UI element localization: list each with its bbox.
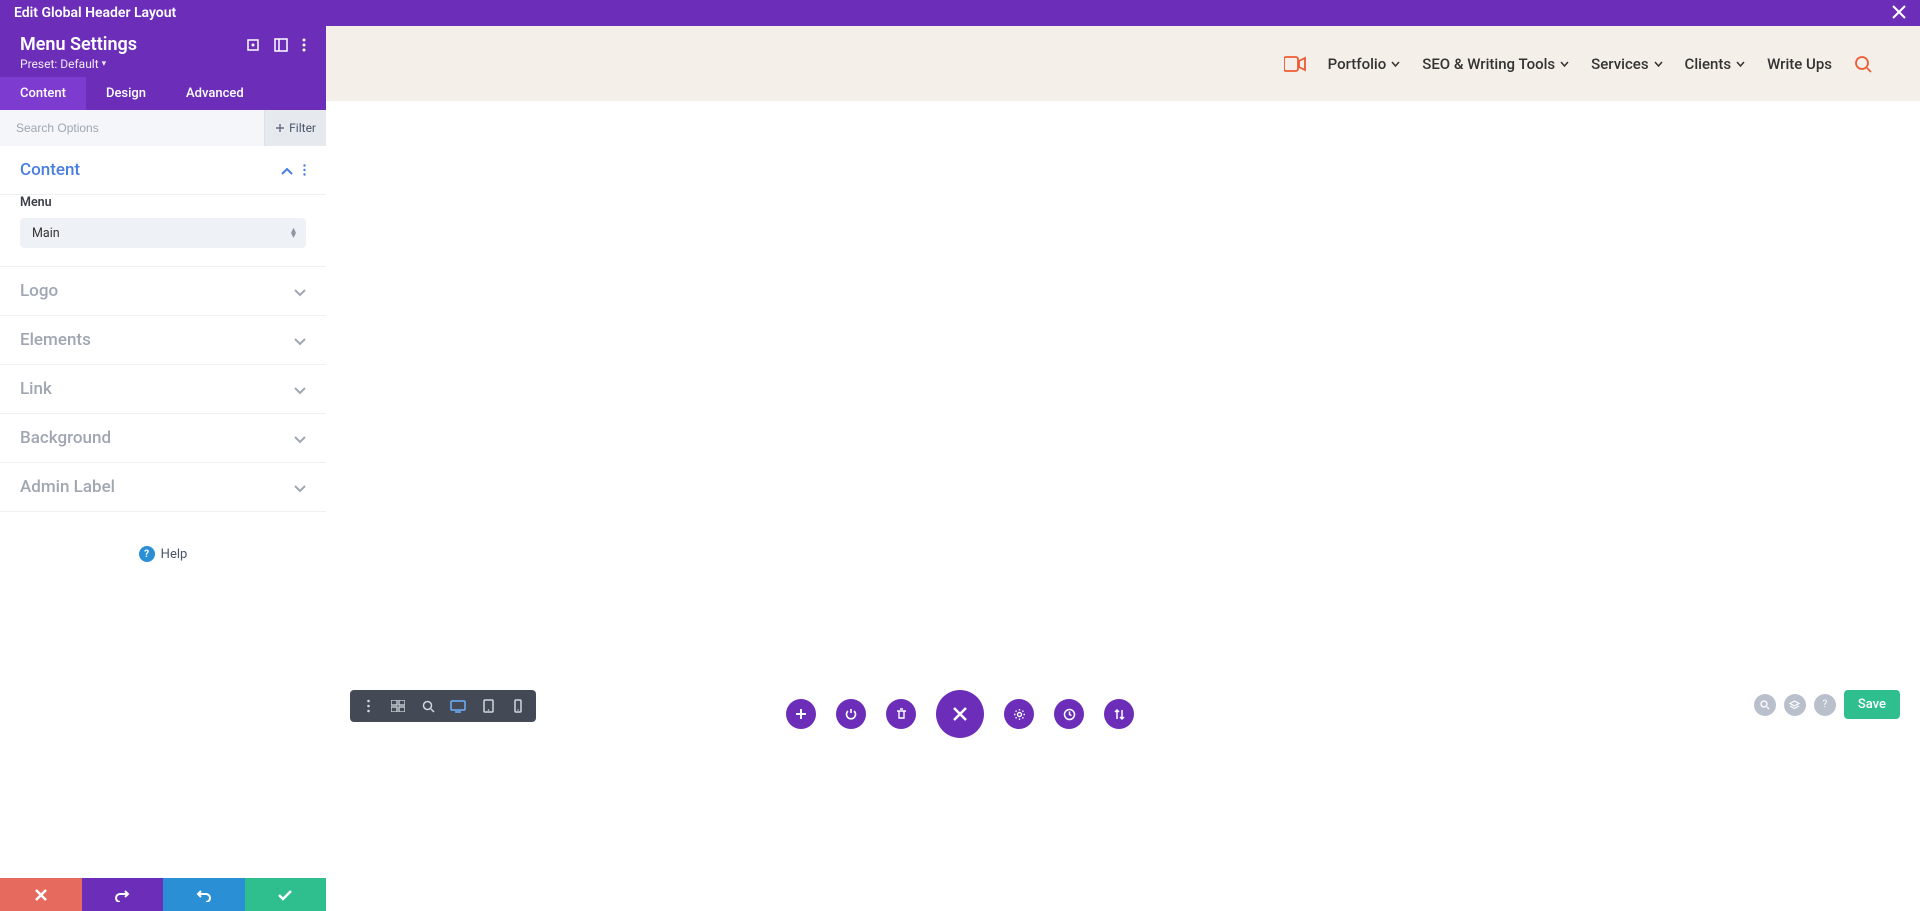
video-icon[interactable] — [1284, 56, 1306, 72]
undo-button[interactable] — [82, 878, 164, 911]
preview-area: Portfolio SEO & Writing Tools Services C… — [326, 26, 1920, 911]
chevron-down-icon — [1391, 61, 1400, 67]
chevron-up-icon — [281, 161, 293, 180]
add-button[interactable] — [786, 699, 816, 729]
nav-item-write-ups[interactable]: Write Ups — [1767, 55, 1832, 73]
power-button[interactable] — [836, 699, 866, 729]
section-logo-header[interactable]: Logo — [0, 267, 326, 316]
preset-dropdown[interactable]: Preset: Default — [20, 57, 137, 71]
more-options-icon[interactable] — [302, 38, 306, 52]
desktop-view-icon[interactable] — [447, 695, 469, 717]
section-content-title: Content — [20, 160, 80, 180]
sort-button[interactable] — [1104, 699, 1134, 729]
layers-icon[interactable] — [1784, 694, 1806, 716]
tab-design[interactable]: Design — [86, 77, 166, 110]
search-row: Filter — [0, 110, 326, 146]
section-content-body: Menu Main ▴▾ — [0, 195, 326, 267]
top-bar-title: Edit Global Header Layout — [14, 5, 176, 21]
toolbar-more-icon[interactable] — [357, 695, 379, 717]
chevron-down-icon — [294, 478, 306, 497]
chevron-down-icon — [294, 331, 306, 350]
section-elements-header[interactable]: Elements — [0, 316, 326, 365]
site-header: Portfolio SEO & Writing Tools Services C… — [326, 26, 1920, 101]
help-label: Help — [161, 547, 188, 562]
settings-sidebar: Menu Settings Preset: Default Content De… — [0, 26, 326, 911]
settings-tabs: Content Design Advanced — [0, 77, 326, 110]
delete-button[interactable] — [886, 699, 916, 729]
chevron-down-icon — [1654, 61, 1663, 67]
section-link-header[interactable]: Link — [0, 365, 326, 414]
section-elements-title: Elements — [20, 330, 91, 350]
help-icon: ? — [139, 546, 155, 562]
close-icon[interactable] — [1892, 4, 1906, 23]
section-admin-label-title: Admin Label — [20, 477, 115, 497]
chevron-down-icon — [294, 282, 306, 301]
tab-advanced[interactable]: Advanced — [166, 77, 264, 110]
view-toolbar — [350, 690, 536, 722]
mobile-view-icon[interactable] — [507, 695, 529, 717]
menu-field-label: Menu — [20, 195, 306, 210]
panel-layout-icon[interactable] — [274, 38, 288, 52]
history-button[interactable] — [1054, 699, 1084, 729]
zoom-icon[interactable] — [417, 695, 439, 717]
bottom-action-bar — [0, 878, 326, 911]
tab-content[interactable]: Content — [0, 77, 86, 110]
nav-item-services[interactable]: Services — [1591, 55, 1662, 73]
help-link[interactable]: ? Help — [0, 530, 326, 578]
nav-item-clients[interactable]: Clients — [1685, 55, 1746, 73]
builder-action-circles — [786, 690, 1134, 738]
menu-select-value: Main — [32, 226, 60, 241]
search-icon[interactable] — [1854, 55, 1872, 73]
help-small-icon[interactable]: ? — [1814, 694, 1836, 716]
bottom-right-controls: ? Save — [1754, 690, 1900, 719]
filter-label: Filter — [289, 121, 316, 135]
menu-select[interactable]: Main ▴▾ — [20, 218, 306, 248]
nav-item-seo-writing-tools[interactable]: SEO & Writing Tools — [1422, 55, 1569, 73]
section-logo-title: Logo — [20, 281, 58, 301]
save-button[interactable]: Save — [1844, 690, 1900, 719]
zoom-small-icon[interactable] — [1754, 694, 1776, 716]
confirm-button[interactable] — [245, 878, 327, 911]
chevron-down-icon — [1560, 61, 1569, 67]
chevron-down-icon — [294, 429, 306, 448]
search-input[interactable] — [0, 121, 264, 135]
section-admin-label-header[interactable]: Admin Label — [0, 463, 326, 512]
chevron-down-icon — [1736, 61, 1745, 67]
expand-icon[interactable] — [246, 38, 260, 52]
nav-item-portfolio[interactable]: Portfolio — [1328, 55, 1401, 73]
panel-header: Menu Settings Preset: Default — [0, 26, 326, 77]
section-more-icon[interactable] — [303, 161, 306, 180]
section-link-title: Link — [20, 379, 52, 399]
select-caret-icon: ▴▾ — [291, 228, 296, 238]
redo-button[interactable] — [163, 878, 245, 911]
filter-button[interactable]: Filter — [264, 110, 326, 146]
cancel-button[interactable] — [0, 878, 82, 911]
section-background-header[interactable]: Background — [0, 414, 326, 463]
wireframe-icon[interactable] — [387, 695, 409, 717]
top-bar: Edit Global Header Layout — [0, 0, 1920, 26]
panel-title: Menu Settings — [20, 34, 137, 55]
section-background-title: Background — [20, 428, 111, 448]
tablet-view-icon[interactable] — [477, 695, 499, 717]
close-builder-button[interactable] — [936, 690, 984, 738]
chevron-down-icon — [294, 380, 306, 399]
section-content-header[interactable]: Content — [0, 146, 326, 195]
sections-list: Content Menu Main ▴▾ Logo Elements Link — [0, 146, 326, 911]
settings-button[interactable] — [1004, 699, 1034, 729]
